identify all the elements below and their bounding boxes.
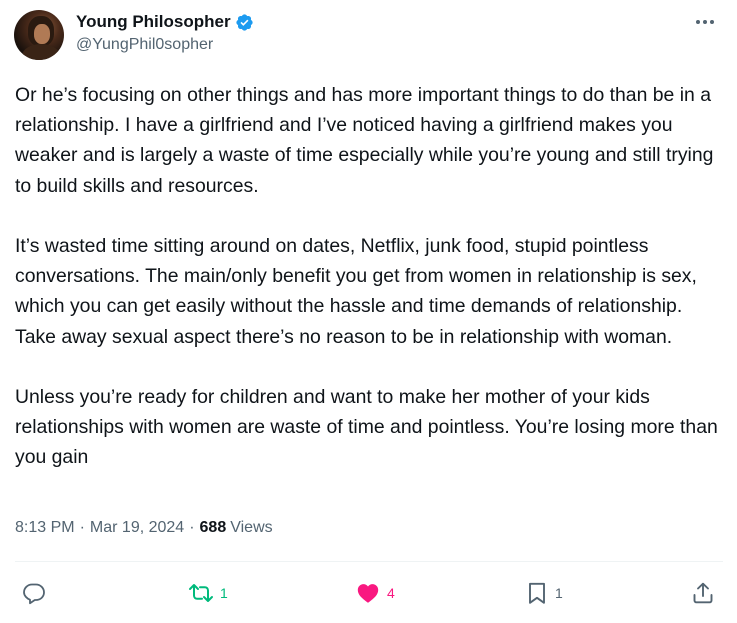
tweet-header: Young Philosopher @YungPhil0sopher	[14, 10, 723, 60]
bookmark-button[interactable]: 1	[525, 575, 563, 611]
display-name-row: Young Philosopher	[76, 10, 254, 34]
retweet-icon	[189, 584, 213, 602]
action-bar: 1 4 1	[15, 575, 723, 611]
tweet-paragraph: Unless you’re ready for children and wan…	[15, 386, 718, 469]
tweet-paragraph: Or he’s focusing on other things and has…	[15, 84, 714, 197]
verified-badge-icon[interactable]	[235, 13, 254, 32]
bookmark-count: 1	[555, 585, 563, 601]
display-name[interactable]: Young Philosopher	[76, 12, 231, 32]
tweet-paragraph: It’s wasted time sitting around on dates…	[15, 235, 697, 348]
author-names: Young Philosopher @YungPhil0sopher	[76, 10, 254, 54]
like-button[interactable]: 4	[355, 575, 395, 611]
divider	[15, 561, 723, 562]
retweet-button[interactable]: 1	[188, 575, 228, 611]
tweet-time[interactable]: 8:13 PM	[15, 519, 75, 537]
retweet-count: 1	[220, 585, 228, 601]
share-button[interactable]	[691, 575, 715, 611]
bookmark-icon	[529, 582, 545, 604]
views-label[interactable]: Views	[230, 519, 272, 537]
reply-icon	[23, 583, 45, 605]
tweet-date[interactable]: Mar 19, 2024	[90, 519, 184, 537]
tweet-meta: 8:13 PM · Mar 19, 2024 · 688 Views	[15, 519, 273, 537]
author-handle[interactable]: @YungPhil0sopher	[76, 36, 254, 54]
like-count: 4	[387, 585, 395, 601]
meta-separator: ·	[79, 519, 85, 536]
heart-icon	[357, 584, 379, 603]
share-icon	[693, 582, 713, 604]
avatar[interactable]	[14, 10, 64, 60]
views-count[interactable]: 688	[200, 519, 227, 537]
reply-button[interactable]	[22, 575, 52, 611]
tweet-text: Or he’s focusing on other things and has…	[15, 80, 727, 473]
more-options-icon[interactable]	[693, 12, 717, 32]
meta-separator: ·	[189, 519, 195, 536]
